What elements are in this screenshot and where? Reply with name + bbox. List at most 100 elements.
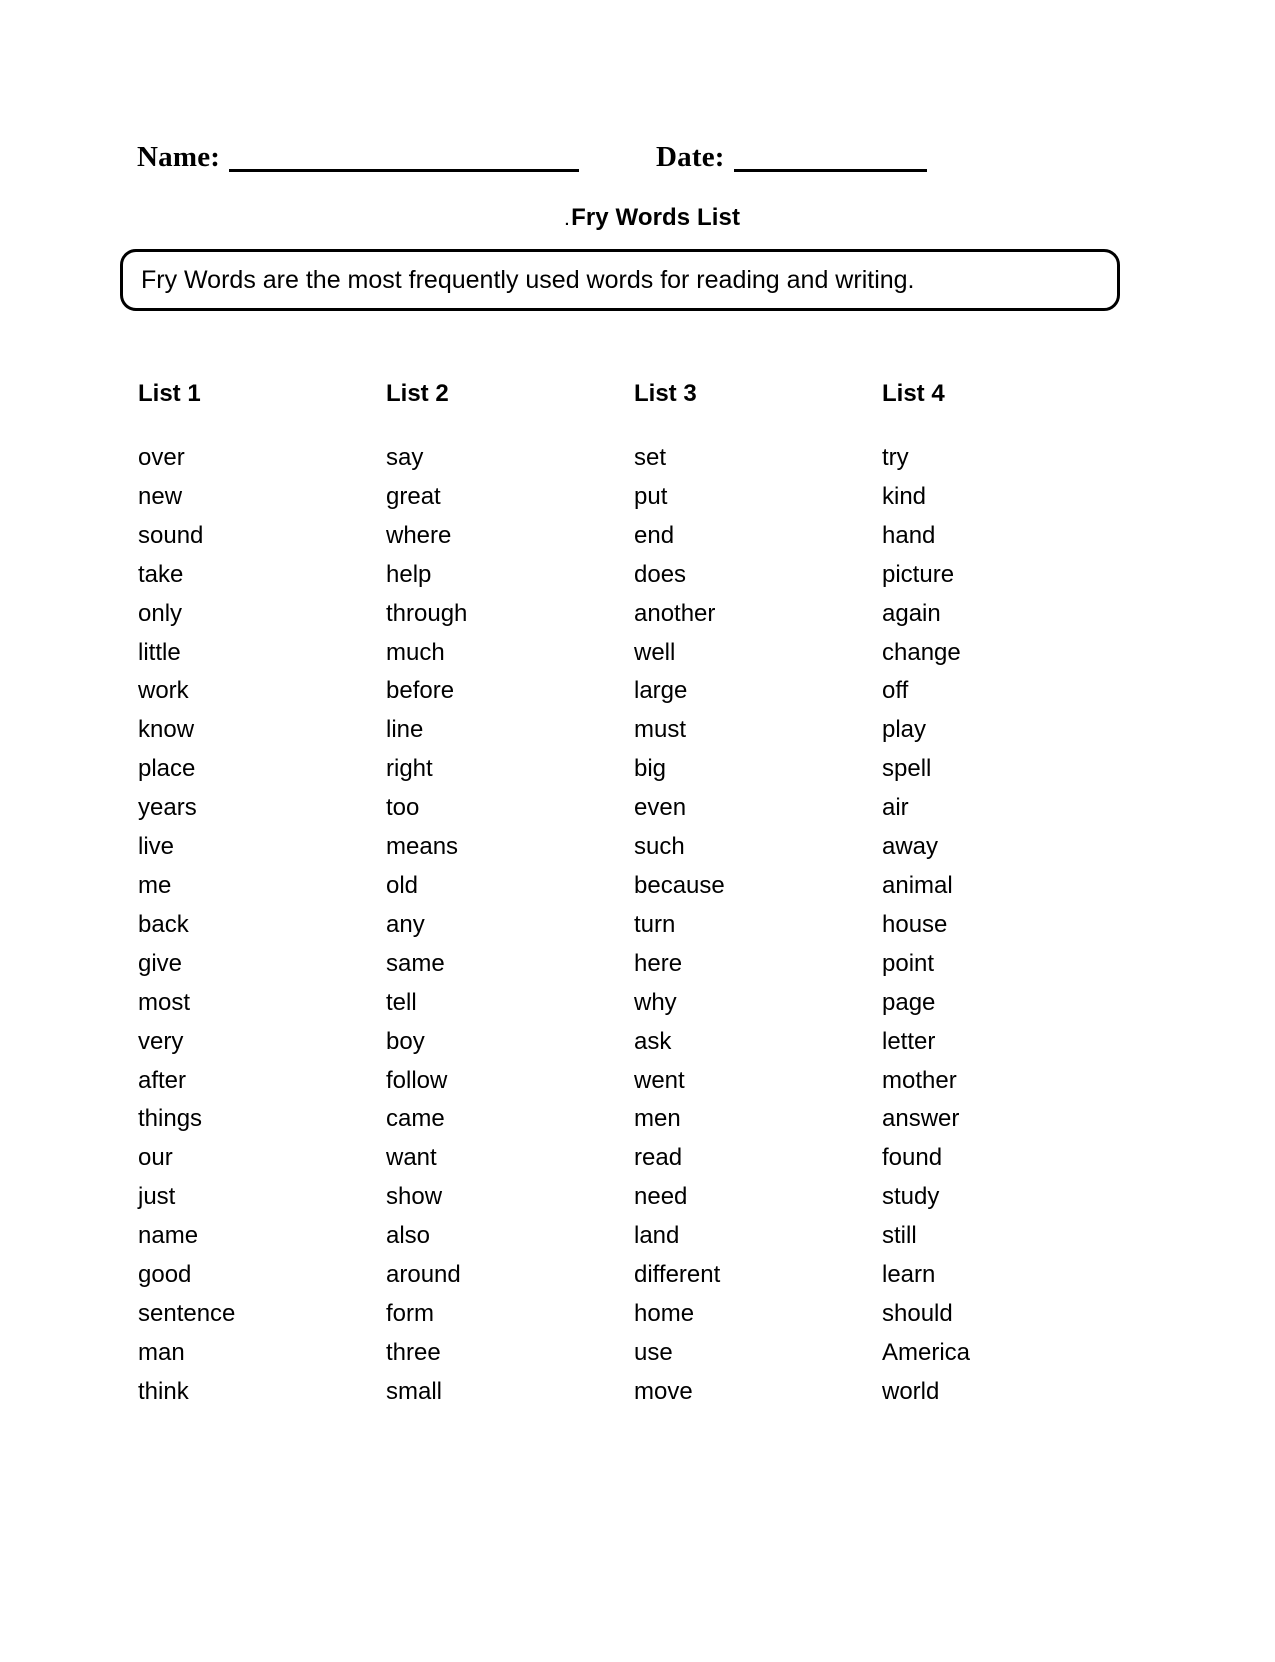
list-item: letter [882,1027,936,1055]
list-item: through [386,599,468,627]
list-item: still [882,1222,917,1250]
list-2-heading: List 2 [386,380,449,407]
list-item: such [634,833,685,861]
list-item: use [634,1338,673,1366]
list-item: give [138,949,183,977]
list-item: point [882,949,935,977]
list-item: over [138,444,185,471]
list-item: study [882,1183,940,1211]
list-item: small [386,1377,443,1405]
list-item: after [138,1066,187,1094]
list-1-heading: List 1 [138,380,201,407]
list-item: also [386,1222,431,1250]
list-item: help [386,560,432,588]
list-item: because [634,871,725,899]
list-item: me [138,871,172,899]
list-item: turn [634,910,676,938]
list-item: big [634,755,667,783]
title-prefix-dot: . [564,212,570,229]
list-item: back [138,910,189,938]
list-item: why [634,988,677,1016]
word-list-column-4: List 4 try kind hand picture again chang… [882,380,1130,1412]
list-item: boy [386,1027,425,1055]
list-item: must [634,716,687,744]
list-item: old [386,871,419,899]
list-item: play [882,716,927,744]
list-item: America [882,1338,971,1366]
list-item: away [882,833,939,861]
list-item: went [634,1066,685,1094]
list-item: mother [882,1066,957,1094]
list-item: home [634,1299,695,1327]
list-item: little [138,638,181,666]
worksheet-page: Name: Date: .Fry Words List Fry Words ar… [0,0,1275,1662]
list-item: men [634,1105,681,1133]
list-item: well [634,638,676,666]
list-item: learn [882,1261,936,1289]
list-item: want [386,1144,437,1172]
name-label: Name: [137,141,221,173]
word-list-column-1: List 1 over new sound take only little w… [138,380,386,1412]
list-item: even [634,794,687,822]
list-item: try [882,444,909,471]
list-item: line [386,716,424,744]
list-item: good [138,1261,192,1289]
date-field-group: Date: [656,142,927,172]
name-write-in-line[interactable] [229,146,580,172]
instruction-callout-box: Fry Words are the most frequently used w… [120,249,1120,311]
list-item: hand [882,521,936,549]
list-item: work [138,677,189,705]
list-item: new [138,482,183,510]
list-item: place [138,755,196,783]
list-item: think [138,1377,189,1405]
instruction-text: Fry Words are the most frequently used w… [141,266,915,294]
list-item: things [138,1105,203,1133]
list-item: came [386,1105,445,1133]
list-item: very [138,1027,184,1055]
list-item: live [138,833,175,861]
list-item: found [882,1144,943,1172]
list-item: too [386,794,420,822]
list-item: change [882,638,961,666]
list-item: off [882,677,909,705]
list-item: different [634,1261,721,1289]
list-item: same [386,949,445,977]
list-item: another [634,599,716,627]
list-item: our [138,1144,173,1172]
date-write-in-line[interactable] [733,146,927,172]
list-item: picture [882,560,955,588]
list-item: know [138,716,195,744]
list-item: put [634,482,668,510]
list-3-heading: List 3 [634,380,697,407]
word-list-column-2: List 2 say great where help through much… [386,380,634,1412]
list-item: just [138,1183,176,1211]
list-item: land [634,1222,680,1250]
list-item: sound [138,521,204,549]
list-item: form [386,1299,434,1327]
list-item: means [386,833,459,861]
list-item: house [882,910,948,938]
list-item: does [634,560,687,588]
list-4-heading: List 4 [882,380,945,407]
list-item: around [386,1261,461,1289]
list-item: right [386,755,433,783]
list-item: much [386,638,445,666]
list-item: animal [882,871,953,899]
list-item: only [138,599,183,627]
list-item: again [882,599,941,627]
list-item: tell [386,988,417,1016]
list-item: answer [882,1105,960,1133]
list-item: before [386,677,455,705]
list-item: spell [882,755,932,783]
list-item: sentence [138,1299,236,1327]
word-list-column-3: List 3 set put end does another well lar… [634,380,882,1412]
name-field-group: Name: [137,141,580,173]
date-label: Date: [656,141,725,173]
list-item: page [882,988,936,1016]
list-item: most [138,988,191,1016]
list-item: large [634,677,688,705]
list-item: here [634,949,683,977]
list-item: man [138,1338,185,1366]
list-item: end [634,521,675,549]
list-item: great [386,482,441,510]
